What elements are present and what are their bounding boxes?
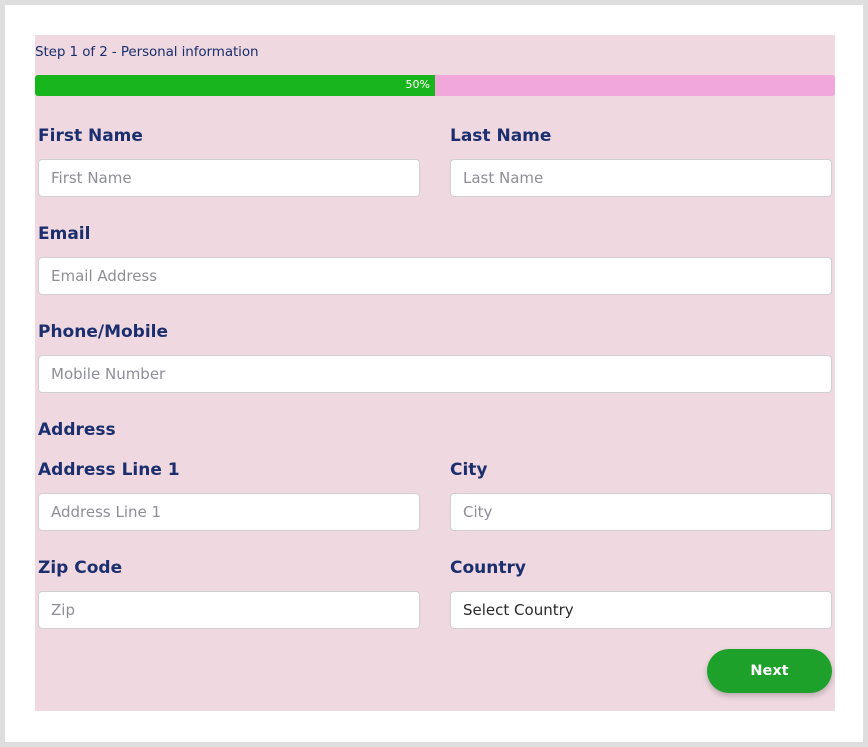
country-label: Country — [450, 558, 526, 578]
country-select-value: Select Country — [463, 601, 574, 619]
phone-label: Phone/Mobile — [38, 322, 169, 342]
zip-input[interactable] — [38, 591, 420, 629]
country-select[interactable]: Select Country — [450, 591, 832, 629]
progress-fill: 50% — [35, 75, 435, 96]
progress-label: 50% — [405, 78, 430, 91]
step-indicator: Step 1 of 2 - Personal information — [35, 44, 259, 60]
zip-label: Zip Code — [38, 558, 123, 578]
address-section-title: Address — [38, 420, 116, 440]
last-name-input[interactable] — [450, 159, 832, 197]
city-label: City — [450, 460, 488, 480]
next-button[interactable]: Next — [707, 649, 832, 693]
email-input[interactable] — [38, 257, 832, 295]
first-name-label: First Name — [38, 126, 143, 146]
progress-bar: 50% — [35, 75, 835, 96]
address-line1-label: Address Line 1 — [38, 460, 180, 480]
email-label: Email — [38, 224, 91, 244]
last-name-label: Last Name — [450, 126, 552, 146]
address-line1-input[interactable] — [38, 493, 420, 531]
city-input[interactable] — [450, 493, 832, 531]
first-name-input[interactable] — [38, 159, 420, 197]
phone-input[interactable] — [38, 355, 832, 393]
